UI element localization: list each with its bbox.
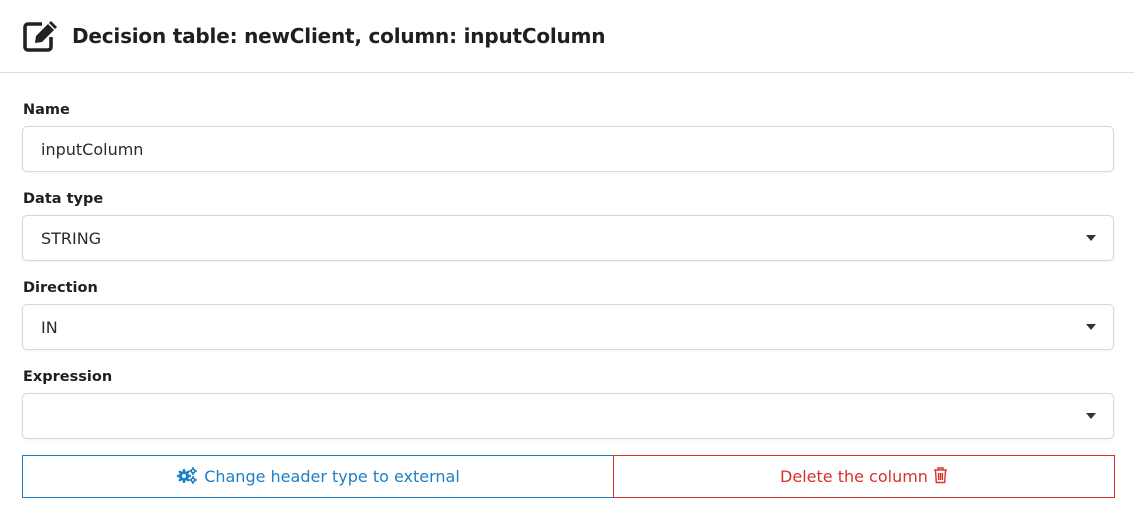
trash-icon	[933, 466, 948, 488]
direction-select[interactable]: IN	[22, 304, 1114, 350]
delete-column-button[interactable]: Delete the column	[613, 455, 1115, 498]
delete-column-label: Delete the column	[780, 467, 928, 486]
data-type-value: STRING	[41, 228, 102, 248]
direction-value: IN	[41, 317, 58, 337]
data-type-select[interactable]: STRING	[22, 215, 1114, 261]
edit-icon	[22, 19, 60, 53]
page-header: Decision table: newClient, column: input…	[0, 0, 1134, 73]
data-type-label: Data type	[23, 191, 104, 207]
change-header-type-label: Change header type to external	[204, 467, 460, 486]
name-label: Name	[23, 102, 70, 118]
cogs-icon	[176, 466, 198, 488]
name-input[interactable]: inputColumn	[22, 126, 1114, 172]
expression-label: Expression	[23, 369, 113, 385]
caret-down-icon	[1086, 413, 1096, 419]
change-header-type-button[interactable]: Change header type to external	[22, 455, 614, 498]
caret-down-icon	[1086, 324, 1096, 330]
caret-down-icon	[1086, 235, 1096, 241]
name-input-value: inputColumn	[41, 139, 144, 159]
expression-select[interactable]	[22, 393, 1114, 439]
direction-label: Direction	[23, 280, 98, 296]
page-title: Decision table: newClient, column: input…	[72, 24, 606, 48]
